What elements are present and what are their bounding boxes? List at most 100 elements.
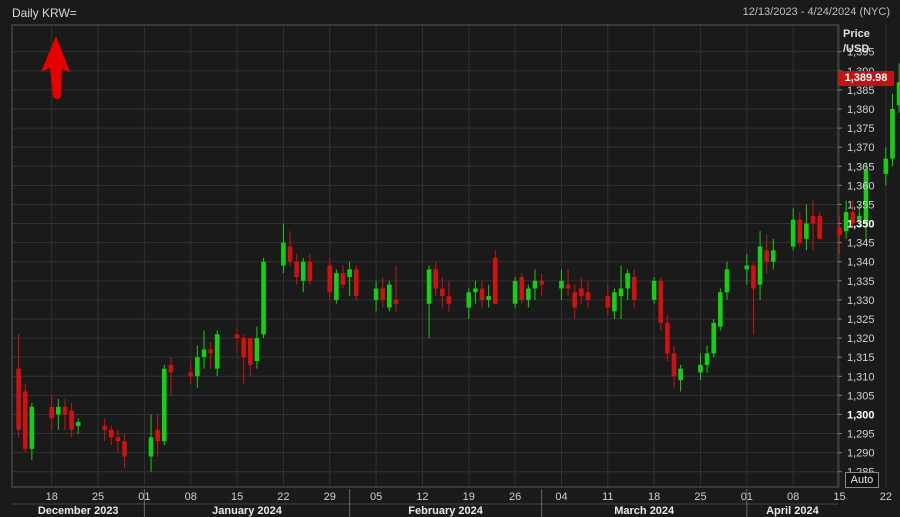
candle	[49, 395, 55, 430]
candle-body	[347, 269, 352, 277]
candle	[69, 403, 74, 438]
candle	[62, 399, 68, 430]
candle	[155, 414, 160, 457]
candle	[75, 418, 81, 434]
auto-scale-button[interactable]: Auto	[845, 472, 879, 488]
candle-body	[479, 288, 485, 300]
candle	[109, 425, 114, 445]
candle-body	[764, 250, 769, 262]
month-label: December 2023	[38, 505, 119, 517]
x-tick-label: 18	[648, 491, 660, 503]
candle-body	[565, 284, 571, 289]
x-tick-label: 15	[231, 491, 243, 503]
candle-body	[307, 261, 313, 281]
candle-body	[214, 334, 220, 369]
price-unit-line1: Price	[843, 28, 870, 40]
candle-body	[393, 299, 399, 304]
candle	[347, 261, 352, 297]
candle	[883, 147, 889, 186]
candle-body	[671, 353, 677, 377]
candle	[254, 326, 260, 369]
x-tick-label: 25	[694, 491, 706, 503]
candle	[201, 330, 207, 369]
candle	[148, 414, 154, 472]
candle-body	[241, 338, 246, 358]
x-tick-label: 18	[46, 491, 58, 503]
candle	[704, 345, 710, 373]
candle-body	[334, 273, 339, 300]
candle-body	[559, 280, 564, 289]
candle-body	[433, 269, 438, 289]
candle	[22, 383, 28, 453]
y-tick-label: 1,355	[847, 199, 875, 211]
candle	[612, 288, 617, 319]
candle	[724, 261, 730, 300]
candle-body	[69, 410, 74, 430]
candle-body	[512, 280, 518, 304]
candle	[214, 330, 220, 377]
x-tick-label: 19	[463, 491, 475, 503]
candle-body	[612, 292, 617, 312]
y-tick-label: 1,385	[847, 85, 875, 97]
candle	[440, 277, 445, 308]
candle-body	[744, 265, 750, 270]
candle-body	[704, 353, 710, 365]
candle-body	[572, 292, 577, 308]
candles	[16, 63, 900, 472]
month-label: January 2024	[212, 505, 283, 517]
candle	[605, 284, 611, 316]
candle	[380, 277, 386, 308]
candle-body	[29, 406, 35, 449]
candle-body	[426, 269, 432, 304]
candle-body	[718, 292, 723, 327]
y-tick-label: 1,370	[847, 142, 875, 154]
candle	[665, 315, 670, 361]
x-tick-label: 29	[324, 491, 336, 503]
y-tick-label: 1,375	[847, 123, 875, 135]
x-tick-label: 22	[277, 491, 289, 503]
candle-body	[294, 261, 299, 277]
last-price-badge: 1,389.98	[838, 71, 894, 86]
candle-body	[665, 322, 670, 354]
candle	[16, 334, 21, 438]
y-tick-label: 1,360	[847, 180, 875, 192]
candle-body	[605, 296, 611, 308]
candle-body	[109, 429, 114, 438]
candle	[585, 280, 591, 308]
candle-body	[353, 269, 359, 297]
candle	[817, 212, 822, 239]
candlestick-chart: 1,2851,2901,2951,3001,3051,3101,3151,320…	[11, 24, 900, 517]
y-tick-label: 1,380	[847, 104, 875, 116]
candle	[658, 277, 664, 331]
price-axis: 1,2851,2901,2951,3001,3051,3101,3151,320…	[838, 47, 875, 479]
candle-body	[618, 288, 624, 297]
candle	[797, 212, 803, 247]
candle	[287, 231, 293, 266]
y-tick-label: 1,300	[847, 409, 875, 421]
candle	[327, 257, 333, 300]
candle-body	[519, 277, 525, 300]
candle-body	[16, 368, 21, 430]
y-tick-label: 1,325	[847, 314, 875, 326]
candle	[102, 418, 107, 442]
y-tick-label: 1,315	[847, 352, 875, 364]
candle-body	[155, 429, 160, 442]
candle-body	[890, 109, 895, 159]
candle-body	[446, 296, 452, 304]
candle	[526, 284, 531, 308]
candle-body	[526, 288, 531, 300]
candle	[804, 204, 809, 251]
candle	[532, 269, 538, 300]
candle-body	[195, 357, 200, 377]
candle-body	[287, 246, 293, 262]
candle-body	[532, 280, 538, 289]
candle	[651, 277, 657, 304]
x-tick-label: 08	[787, 491, 799, 503]
candle	[744, 254, 750, 285]
x-tick-label: 22	[880, 491, 892, 503]
candle-body	[208, 349, 213, 354]
candle	[718, 288, 723, 331]
candle-body	[658, 280, 664, 323]
price-unit-line2: /USD	[843, 43, 870, 55]
candle	[764, 235, 769, 274]
